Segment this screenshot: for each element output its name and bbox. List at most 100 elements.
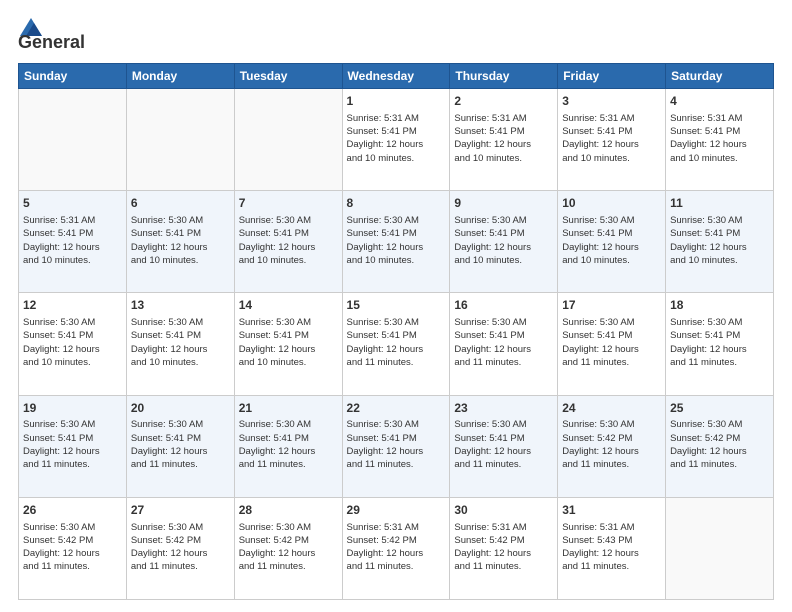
calendar-day-cell: 16Sunrise: 5:30 AMSunset: 5:41 PMDayligh… [450, 293, 558, 395]
day-info: Sunrise: 5:31 AM [454, 521, 553, 534]
day-info: and 10 minutes. [239, 254, 338, 267]
calendar-day-cell: 18Sunrise: 5:30 AMSunset: 5:41 PMDayligh… [666, 293, 774, 395]
calendar-day-cell: 14Sunrise: 5:30 AMSunset: 5:41 PMDayligh… [234, 293, 342, 395]
calendar-day-cell: 10Sunrise: 5:30 AMSunset: 5:41 PMDayligh… [558, 191, 666, 293]
calendar-day-cell: 8Sunrise: 5:30 AMSunset: 5:41 PMDaylight… [342, 191, 450, 293]
day-info: and 11 minutes. [670, 458, 769, 471]
day-info: and 10 minutes. [131, 254, 230, 267]
calendar-day-cell: 6Sunrise: 5:30 AMSunset: 5:41 PMDaylight… [126, 191, 234, 293]
day-info: and 11 minutes. [562, 458, 661, 471]
day-info: and 11 minutes. [239, 458, 338, 471]
day-info: and 11 minutes. [23, 560, 122, 573]
day-info: and 11 minutes. [347, 356, 446, 369]
day-info: Sunset: 5:41 PM [347, 125, 446, 138]
calendar-day-header: Wednesday [342, 64, 450, 89]
day-number: 6 [131, 195, 230, 212]
day-info: and 10 minutes. [670, 152, 769, 165]
day-number: 19 [23, 400, 122, 417]
calendar-day-cell: 27Sunrise: 5:30 AMSunset: 5:42 PMDayligh… [126, 497, 234, 599]
day-info: Sunset: 5:42 PM [454, 534, 553, 547]
calendar-day-cell: 12Sunrise: 5:30 AMSunset: 5:41 PMDayligh… [19, 293, 127, 395]
day-info: Daylight: 12 hours [670, 343, 769, 356]
calendar-day-cell: 4Sunrise: 5:31 AMSunset: 5:41 PMDaylight… [666, 89, 774, 191]
day-info: Sunrise: 5:31 AM [347, 521, 446, 534]
day-info: Daylight: 12 hours [131, 343, 230, 356]
calendar-day-cell: 21Sunrise: 5:30 AMSunset: 5:41 PMDayligh… [234, 395, 342, 497]
calendar-day-cell [234, 89, 342, 191]
day-info: and 11 minutes. [131, 560, 230, 573]
day-info: and 11 minutes. [347, 560, 446, 573]
day-info: and 10 minutes. [347, 254, 446, 267]
day-info: Sunset: 5:41 PM [239, 227, 338, 240]
day-info: Sunset: 5:41 PM [454, 432, 553, 445]
day-number: 25 [670, 400, 769, 417]
calendar-day-cell: 15Sunrise: 5:30 AMSunset: 5:41 PMDayligh… [342, 293, 450, 395]
logo: General [18, 18, 85, 53]
calendar-day-cell: 30Sunrise: 5:31 AMSunset: 5:42 PMDayligh… [450, 497, 558, 599]
day-info: Sunrise: 5:30 AM [670, 214, 769, 227]
calendar-day-cell: 3Sunrise: 5:31 AMSunset: 5:41 PMDaylight… [558, 89, 666, 191]
day-number: 11 [670, 195, 769, 212]
day-info: Sunrise: 5:30 AM [562, 418, 661, 431]
day-info: and 11 minutes. [670, 356, 769, 369]
calendar-week-row: 1Sunrise: 5:31 AMSunset: 5:41 PMDaylight… [19, 89, 774, 191]
day-number: 12 [23, 297, 122, 314]
calendar-day-cell [19, 89, 127, 191]
calendar-day-cell: 25Sunrise: 5:30 AMSunset: 5:42 PMDayligh… [666, 395, 774, 497]
day-number: 24 [562, 400, 661, 417]
day-info: Sunrise: 5:31 AM [23, 214, 122, 227]
day-info: and 10 minutes. [23, 254, 122, 267]
day-info: and 10 minutes. [23, 356, 122, 369]
calendar-day-cell: 5Sunrise: 5:31 AMSunset: 5:41 PMDaylight… [19, 191, 127, 293]
day-info: Daylight: 12 hours [670, 445, 769, 458]
day-info: Sunset: 5:42 PM [562, 432, 661, 445]
day-info: Daylight: 12 hours [131, 445, 230, 458]
day-info: Daylight: 12 hours [347, 138, 446, 151]
day-number: 5 [23, 195, 122, 212]
day-info: Sunrise: 5:30 AM [347, 418, 446, 431]
day-info: Sunset: 5:42 PM [23, 534, 122, 547]
day-number: 4 [670, 93, 769, 110]
day-number: 3 [562, 93, 661, 110]
day-number: 8 [347, 195, 446, 212]
day-info: Daylight: 12 hours [23, 241, 122, 254]
day-number: 29 [347, 502, 446, 519]
calendar-day-cell: 22Sunrise: 5:30 AMSunset: 5:41 PMDayligh… [342, 395, 450, 497]
calendar-day-cell: 7Sunrise: 5:30 AMSunset: 5:41 PMDaylight… [234, 191, 342, 293]
day-number: 27 [131, 502, 230, 519]
day-number: 21 [239, 400, 338, 417]
calendar-day-cell: 20Sunrise: 5:30 AMSunset: 5:41 PMDayligh… [126, 395, 234, 497]
day-info: Daylight: 12 hours [562, 241, 661, 254]
day-info: Sunrise: 5:30 AM [23, 316, 122, 329]
day-number: 2 [454, 93, 553, 110]
calendar-day-header: Sunday [19, 64, 127, 89]
day-number: 10 [562, 195, 661, 212]
day-info: Sunrise: 5:30 AM [131, 316, 230, 329]
calendar-day-cell: 13Sunrise: 5:30 AMSunset: 5:41 PMDayligh… [126, 293, 234, 395]
calendar-day-cell: 2Sunrise: 5:31 AMSunset: 5:41 PMDaylight… [450, 89, 558, 191]
day-info: Sunrise: 5:30 AM [562, 214, 661, 227]
day-info: Daylight: 12 hours [454, 445, 553, 458]
day-info: and 10 minutes. [239, 356, 338, 369]
day-info: and 11 minutes. [454, 356, 553, 369]
day-info: Sunrise: 5:30 AM [454, 316, 553, 329]
day-info: and 11 minutes. [454, 458, 553, 471]
day-info: Sunrise: 5:30 AM [454, 418, 553, 431]
day-info: Sunrise: 5:30 AM [239, 316, 338, 329]
day-info: Sunset: 5:43 PM [562, 534, 661, 547]
day-info: Sunrise: 5:30 AM [131, 521, 230, 534]
day-info: and 10 minutes. [562, 254, 661, 267]
day-info: and 10 minutes. [670, 254, 769, 267]
day-info: Sunrise: 5:30 AM [562, 316, 661, 329]
calendar-week-row: 12Sunrise: 5:30 AMSunset: 5:41 PMDayligh… [19, 293, 774, 395]
day-info: Daylight: 12 hours [670, 241, 769, 254]
day-info: Sunrise: 5:30 AM [347, 316, 446, 329]
day-info: Sunrise: 5:31 AM [454, 112, 553, 125]
calendar-day-header: Friday [558, 64, 666, 89]
day-info: Daylight: 12 hours [239, 241, 338, 254]
day-info: Sunset: 5:41 PM [131, 432, 230, 445]
day-info: Sunset: 5:41 PM [670, 227, 769, 240]
calendar-week-row: 19Sunrise: 5:30 AMSunset: 5:41 PMDayligh… [19, 395, 774, 497]
calendar-day-cell: 29Sunrise: 5:31 AMSunset: 5:42 PMDayligh… [342, 497, 450, 599]
day-info: and 11 minutes. [347, 458, 446, 471]
